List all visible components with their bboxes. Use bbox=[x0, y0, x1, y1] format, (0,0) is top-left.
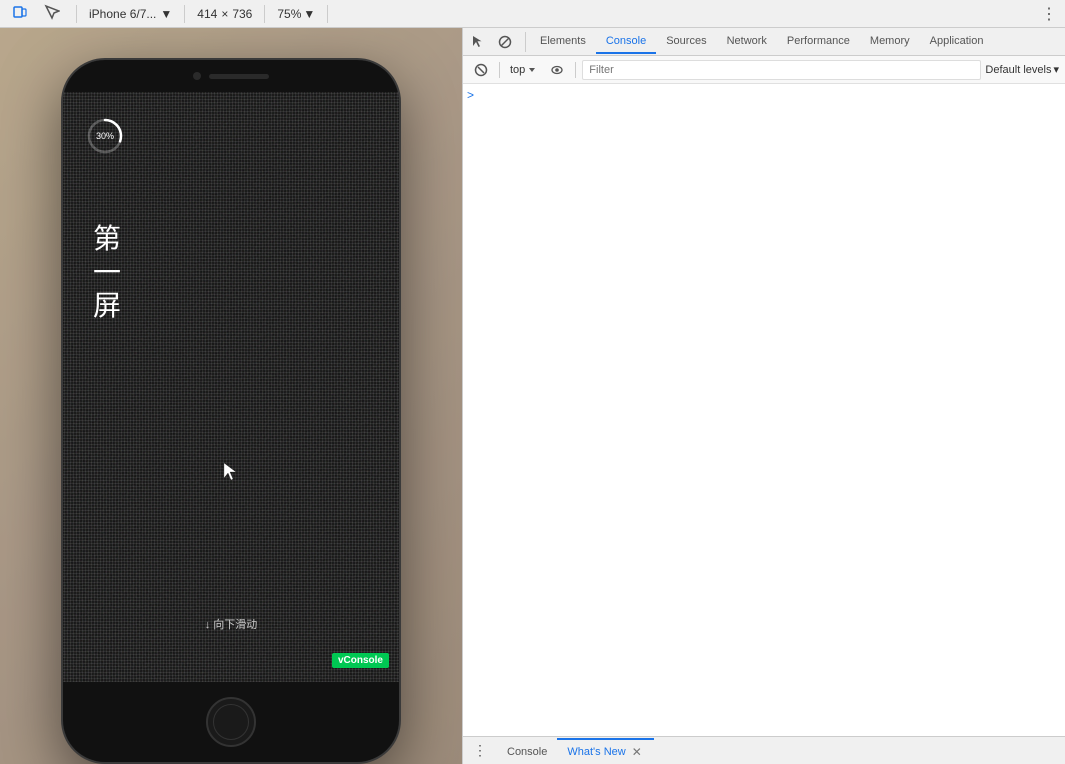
bottom-tab-close-button[interactable]: ✕ bbox=[630, 745, 644, 759]
vconsole-badge[interactable]: vConsole bbox=[332, 653, 389, 668]
toolbar-separator-1 bbox=[76, 5, 77, 23]
bottom-tab-whats-new[interactable]: What's New ✕ bbox=[557, 738, 653, 764]
iphone-screen[interactable]: 30% 第 一 屏 bbox=[63, 92, 399, 682]
dimension-separator: × bbox=[221, 7, 228, 21]
tab-console[interactable]: Console bbox=[596, 30, 656, 54]
device-arrow-icon: ▼ bbox=[160, 7, 172, 21]
devtools-icon-group bbox=[467, 32, 526, 52]
home-button-inner bbox=[213, 704, 249, 740]
bottom-more-button[interactable]: ⋮ bbox=[467, 740, 493, 761]
tab-performance[interactable]: Performance bbox=[777, 30, 860, 54]
toolbar-separator-4 bbox=[327, 5, 328, 23]
iphone-camera bbox=[193, 72, 201, 80]
tab-sources[interactable]: Sources bbox=[656, 30, 716, 54]
zoom-selector[interactable]: 75% ▼ bbox=[277, 7, 315, 21]
device-name: iPhone 6/7... bbox=[89, 7, 156, 21]
vconsole-label: vConsole bbox=[338, 655, 383, 666]
zoom-arrow-icon: ▼ bbox=[303, 7, 315, 21]
no-button[interactable] bbox=[493, 32, 517, 52]
iphone-top-bar bbox=[63, 60, 399, 92]
chinese-line1: 第 bbox=[93, 222, 123, 256]
iphone-bottom bbox=[63, 682, 399, 762]
devtools-panel: Elements Console Sources Network Perform… bbox=[462, 28, 1065, 764]
clear-console-button[interactable] bbox=[469, 61, 493, 79]
tab-memory[interactable]: Memory bbox=[860, 30, 920, 54]
log-level-label: Default levels bbox=[985, 64, 1051, 76]
chinese-line2: 一 bbox=[93, 256, 123, 290]
chinese-heading: 第 一 屏 bbox=[93, 222, 123, 323]
inspect-toggle-button[interactable] bbox=[467, 32, 491, 52]
bottom-tab-console[interactable]: Console bbox=[497, 739, 557, 763]
responsive-mode-button[interactable] bbox=[8, 2, 32, 25]
log-level-selector[interactable]: Default levels ▾ bbox=[985, 63, 1059, 76]
context-selector[interactable]: top bbox=[506, 62, 541, 78]
context-label: top bbox=[510, 64, 525, 76]
screen-content: 30% 第 一 屏 bbox=[63, 92, 399, 682]
console-separator-1 bbox=[499, 62, 500, 78]
progress-text: 30% bbox=[85, 116, 125, 156]
console-separator-2 bbox=[575, 62, 576, 78]
tab-network[interactable]: Network bbox=[717, 30, 777, 54]
console-toolbar: top Default levels ▾ bbox=[463, 56, 1065, 84]
console-prompt-arrow: > bbox=[467, 88, 474, 102]
devtools-tabs: Elements Console Sources Network Perform… bbox=[463, 28, 1065, 56]
filter-input[interactable] bbox=[582, 60, 981, 80]
zoom-level: 75% bbox=[277, 7, 301, 21]
device-panel: 30% 第 一 屏 bbox=[0, 28, 462, 764]
device-width: 414 bbox=[197, 7, 217, 21]
log-level-arrow-icon: ▾ bbox=[1053, 63, 1059, 76]
tab-elements[interactable]: Elements bbox=[530, 30, 596, 54]
context-dropdown-icon bbox=[527, 65, 537, 75]
cursor-icon bbox=[223, 462, 239, 482]
device-selector[interactable]: iPhone 6/7... ▼ bbox=[89, 7, 172, 21]
progress-circle: 30% bbox=[85, 116, 125, 156]
scroll-text: ↓ 向下滑动 bbox=[205, 616, 258, 632]
bottom-tab-console-label: Console bbox=[507, 746, 547, 758]
bottom-tab-whats-new-label: What's New bbox=[567, 746, 625, 758]
top-toolbar: iPhone 6/7... ▼ 414 × 736 75% ▼ ⋮ bbox=[0, 0, 1065, 28]
toolbar-separator-3 bbox=[264, 5, 265, 23]
more-options-button[interactable]: ⋮ bbox=[1041, 4, 1057, 24]
tab-application[interactable]: Application bbox=[920, 30, 994, 54]
bottom-tabs: ⋮ Console What's New ✕ bbox=[463, 736, 1065, 764]
dimension-display: 414 × 736 bbox=[197, 7, 252, 21]
console-content: > bbox=[463, 84, 1065, 736]
scroll-indicator: ↓ 向下滑动 bbox=[205, 616, 258, 632]
main-layout: 30% 第 一 屏 bbox=[0, 28, 1065, 764]
device-height: 736 bbox=[232, 7, 252, 21]
chinese-line3: 屏 bbox=[93, 289, 123, 323]
inspect-element-button[interactable] bbox=[40, 2, 64, 25]
home-button[interactable] bbox=[206, 697, 256, 747]
iphone-frame: 30% 第 一 屏 bbox=[61, 58, 401, 764]
eye-icon-button[interactable] bbox=[545, 61, 569, 79]
iphone-speaker bbox=[209, 74, 269, 79]
toolbar-separator-2 bbox=[184, 5, 185, 23]
